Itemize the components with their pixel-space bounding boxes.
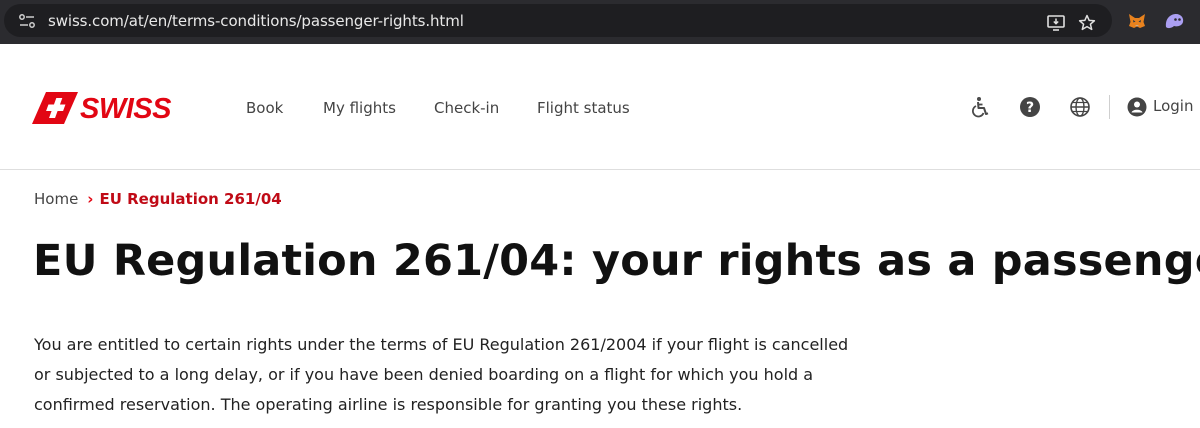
user-icon[interactable]	[1126, 96, 1148, 118]
intro-paragraph: You are entitled to certain rights under…	[34, 335, 849, 414]
accessibility-icon[interactable]	[970, 96, 992, 118]
install-app-icon[interactable]	[1046, 13, 1066, 33]
help-icon[interactable]: ?	[1019, 96, 1041, 118]
url-text[interactable]: swiss.com/at/en/terms-conditions/passeng…	[48, 12, 464, 30]
nav-flight-status[interactable]: Flight status	[537, 99, 630, 117]
swiss-logo[interactable]: SWISS	[32, 92, 182, 125]
breadcrumb-current: EU Regulation 261/04	[99, 190, 282, 208]
breadcrumb-home[interactable]: Home	[34, 190, 78, 208]
nav-check-in[interactable]: Check-in	[434, 99, 499, 117]
page-title: EU Regulation 261/04: your rights as a p…	[33, 236, 1200, 286]
breadcrumb: Home › EU Regulation 261/04	[34, 190, 282, 208]
browser-toolbar: swiss.com/at/en/terms-conditions/passeng…	[0, 0, 1200, 44]
nav-my-flights[interactable]: My flights	[323, 99, 396, 117]
site-header: SWISS Book My flights Check-in Flight st…	[0, 44, 1200, 170]
nav-book[interactable]: Book	[246, 99, 283, 117]
metamask-extension-icon[interactable]	[1127, 11, 1147, 31]
bookmark-star-icon[interactable]	[1077, 13, 1097, 33]
svg-text:?: ?	[1026, 100, 1034, 116]
login-link[interactable]: Login	[1153, 97, 1193, 115]
breadcrumb-separator: ›	[87, 190, 94, 208]
header-divider	[1109, 95, 1110, 119]
swiss-flag-icon	[32, 92, 78, 124]
globe-icon[interactable]	[1069, 96, 1091, 118]
ghost-extension-icon[interactable]	[1163, 11, 1184, 31]
address-bar[interactable]: swiss.com/at/en/terms-conditions/passeng…	[4, 4, 1112, 37]
logo-text: SWISS	[80, 93, 171, 125]
site-info-icon[interactable]	[18, 13, 36, 29]
